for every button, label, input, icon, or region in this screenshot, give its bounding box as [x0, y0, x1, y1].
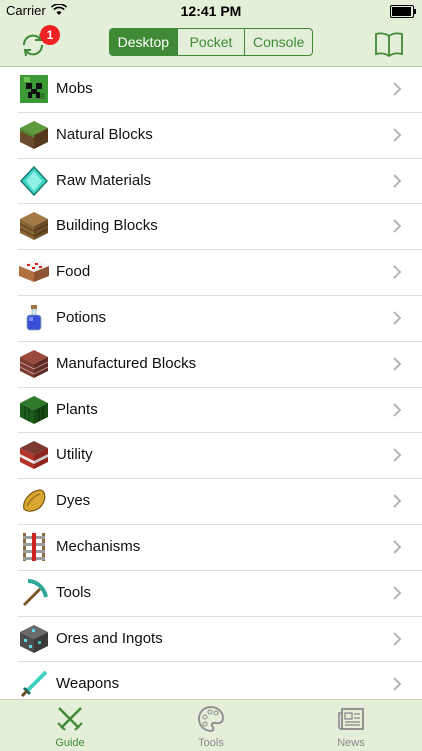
newspaper-icon: [338, 708, 364, 730]
list-item-raw-materials[interactable]: Raw Materials: [18, 159, 422, 205]
list-item-label: Raw Materials: [56, 171, 152, 189]
list-item-label: Potions: [56, 308, 107, 326]
chevron-right-icon: [393, 128, 402, 142]
list-item-tools[interactable]: Tools: [18, 571, 422, 617]
wood-planks-icon: [19, 212, 49, 241]
book-icon[interactable]: [374, 31, 404, 57]
status-bar: Carrier 12:41 PM: [0, 0, 422, 22]
powered-rail-icon: [23, 532, 45, 561]
chevron-right-icon: [393, 173, 402, 188]
segment-desktop[interactable]: Desktop: [110, 29, 177, 55]
list-item-potions[interactable]: Potions: [18, 296, 422, 342]
chevron-right-icon: [393, 219, 402, 234]
chevron-right-icon: [393, 402, 402, 417]
edition-segmented-control: Desktop Pocket Console: [109, 28, 313, 56]
list-item-label: Mobs: [56, 80, 93, 97]
list-item-label: Weapons: [56, 675, 120, 693]
list-item-ores-and-ingots[interactable]: Ores and Ingots: [18, 617, 422, 663]
tab-guide[interactable]: Guide: [25, 700, 115, 751]
list-item-label: Utility: [56, 446, 93, 464]
list-item-weapons[interactable]: Weapons: [18, 662, 422, 699]
chevron-right-icon: [393, 540, 402, 554]
list-item-mechanisms[interactable]: Mechanisms: [18, 525, 422, 571]
pickaxe-icon: [22, 578, 48, 606]
list-item-label: Tools: [56, 583, 92, 601]
cactus-icon: [20, 395, 48, 424]
battery-icon: [390, 5, 416, 18]
palette-icon: [198, 706, 224, 732]
segment-console[interactable]: Console: [244, 29, 312, 55]
tab-label: Guide: [55, 737, 85, 749]
chevron-right-icon: [393, 357, 402, 371]
chevron-right-icon: [393, 631, 402, 646]
list-item-label: Mechanisms: [56, 537, 141, 555]
tab-tools[interactable]: Tools: [166, 700, 256, 751]
segment-pocket[interactable]: Pocket: [176, 29, 245, 55]
list-item-label: Plants: [56, 400, 98, 418]
category-list: Mobs Natural Blocks Raw Materials Buildi…: [0, 67, 422, 699]
cocoa-beans-icon: [23, 489, 46, 512]
list-item-label: Dyes: [56, 492, 91, 510]
chevron-right-icon: [393, 586, 402, 600]
tab-label: Tools: [198, 737, 224, 749]
tab-news[interactable]: News: [306, 700, 396, 751]
chevron-right-icon: [393, 265, 402, 279]
list-item-label: Building Blocks: [56, 217, 158, 235]
chevron-right-icon: [393, 448, 402, 463]
cake-icon: [19, 260, 49, 283]
chevron-right-icon: [393, 677, 402, 692]
crossed-swords-icon: [57, 707, 83, 731]
list-item-mobs[interactable]: Mobs: [18, 67, 422, 113]
tab-label: News: [337, 737, 365, 749]
list-item-label: Natural Blocks: [56, 125, 153, 143]
diamond-icon: [19, 165, 49, 196]
list-item-natural-blocks[interactable]: Natural Blocks: [18, 113, 422, 159]
list-item-label: Manufactured Blocks: [56, 354, 197, 372]
list-item-food[interactable]: Food: [18, 250, 422, 296]
list-item-manufactured-blocks[interactable]: Manufactured Blocks: [18, 342, 422, 388]
notification-badge: 1: [40, 25, 60, 45]
tnt-icon: [20, 441, 48, 470]
list-item-building-blocks[interactable]: Building Blocks: [18, 204, 422, 251]
chevron-right-icon: [393, 311, 402, 325]
chevron-right-icon: [393, 82, 402, 96]
grass-block-icon: [20, 120, 48, 149]
list-item-plants[interactable]: Plants: [18, 388, 422, 434]
ore-block-icon: [20, 624, 48, 653]
list-item-label: Ores and Ingots: [56, 629, 163, 647]
chevron-right-icon: [393, 494, 402, 508]
bricks-icon: [19, 349, 49, 378]
creeper-head-icon: [20, 75, 48, 103]
list-item-label: Food: [56, 263, 91, 281]
list-item-dyes[interactable]: Dyes: [18, 479, 422, 525]
navigation-bar: 1 Desktop Pocket Console: [0, 22, 422, 67]
list-item-utility[interactable]: Utility: [18, 433, 422, 480]
potion-bottle-icon: [26, 304, 42, 331]
diamond-sword-icon: [20, 670, 48, 698]
tab-bar: Guide Tools News: [0, 699, 422, 751]
clock: 12:41 PM: [180, 3, 242, 19]
